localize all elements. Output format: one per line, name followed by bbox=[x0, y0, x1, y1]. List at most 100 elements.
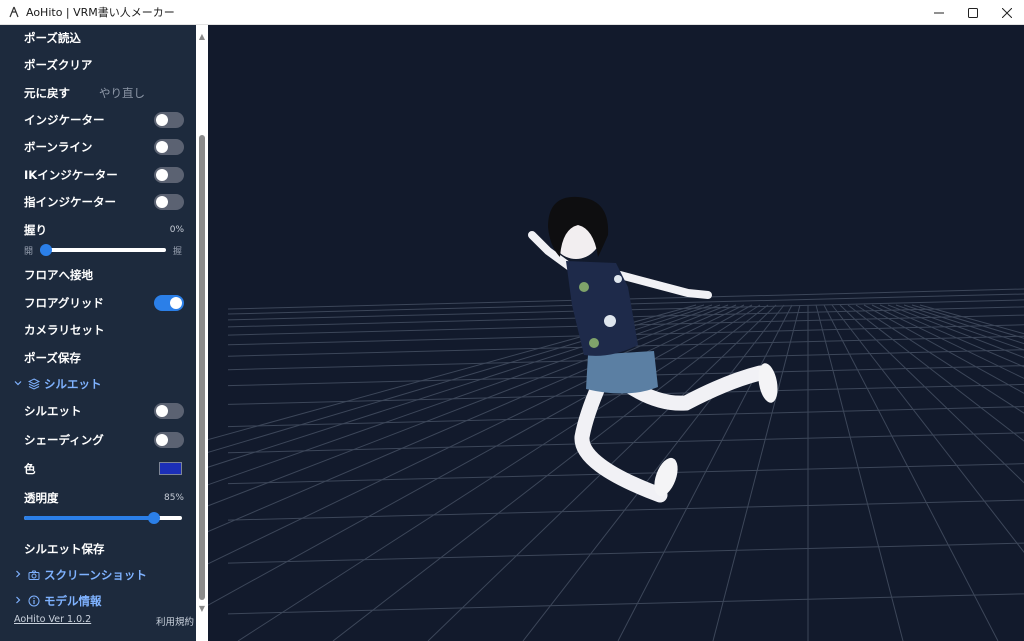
grip-max-label: 握 bbox=[173, 247, 183, 257]
scroll-up-icon[interactable]: ▲ bbox=[196, 31, 208, 43]
opacity-label: 透明度 bbox=[24, 491, 59, 505]
sidebar-scrollbar[interactable]: ▲ ▼ bbox=[196, 25, 208, 641]
minimize-icon bbox=[934, 12, 944, 13]
sidebar: ポーズ読込 ポーズクリア 元に戻す やり直し インジケーター ボーンライン IK… bbox=[0, 25, 208, 641]
opacity-slider-thumb[interactable] bbox=[148, 512, 161, 524]
color-row: 色 bbox=[24, 459, 184, 479]
grip-slider-thumb[interactable] bbox=[40, 244, 52, 256]
grid-line bbox=[227, 499, 1024, 521]
finger-indicator-label: 指インジケーター bbox=[24, 195, 116, 209]
floor-grid-row: フロアグリッド bbox=[24, 293, 184, 313]
grip-slider[interactable] bbox=[40, 243, 166, 257]
grid-line bbox=[227, 406, 1024, 428]
bone-line-row: ボーンライン bbox=[24, 137, 184, 157]
ik-indicator-toggle[interactable] bbox=[154, 167, 184, 183]
grid-line bbox=[903, 304, 1024, 345]
grid-line bbox=[823, 304, 999, 641]
undo-redo-row: 元に戻す やり直し bbox=[24, 83, 184, 103]
grid-line bbox=[863, 304, 1024, 394]
silhouette-label: シルエット bbox=[24, 404, 82, 418]
grip-value: 0% bbox=[169, 225, 184, 235]
grid-line bbox=[227, 542, 1024, 564]
chevron-down-icon bbox=[14, 379, 24, 390]
pose-save-label: ポーズ保存 bbox=[24, 351, 81, 365]
camera-icon bbox=[28, 569, 41, 582]
floor-snap-label: フロアへ接地 bbox=[24, 268, 93, 282]
grid-line bbox=[871, 304, 1024, 379]
maximize-icon bbox=[968, 7, 978, 18]
minimize-button[interactable] bbox=[922, 0, 956, 25]
silhouette-toggle[interactable] bbox=[154, 403, 184, 419]
model-info-section-header[interactable]: モデル情報 bbox=[14, 591, 102, 611]
color-swatch[interactable] bbox=[159, 462, 182, 475]
screenshot-section-header[interactable]: スクリーンショット bbox=[14, 565, 147, 585]
silhouette-row: シルエット bbox=[24, 401, 184, 421]
finger-indicator-row: 指インジケーター bbox=[24, 192, 184, 212]
silhouette-section-title: シルエット bbox=[44, 377, 102, 391]
3d-viewport[interactable] bbox=[208, 25, 1024, 641]
grid-line bbox=[879, 304, 1024, 368]
shading-toggle[interactable] bbox=[154, 432, 184, 448]
pose-load-button[interactable]: ポーズ読込 bbox=[24, 28, 184, 48]
finger-indicator-toggle[interactable] bbox=[154, 194, 184, 210]
maximize-button[interactable] bbox=[956, 0, 990, 25]
pose-clear-label: ポーズクリア bbox=[24, 58, 93, 72]
terms-link[interactable]: 利用規約 bbox=[156, 614, 194, 628]
silhouette-section-header[interactable]: シルエット bbox=[14, 374, 102, 394]
pose-save-button[interactable]: ポーズ保存 bbox=[24, 348, 184, 368]
grip-min-label: 開 bbox=[24, 247, 34, 257]
version-link[interactable]: AoHito Ver 1.0.2 bbox=[14, 614, 91, 625]
scrollbar-thumb[interactable] bbox=[199, 135, 205, 600]
indicator-label: インジケーター bbox=[24, 113, 105, 127]
title-bar: AoHito | VRM書い人メーカー bbox=[0, 0, 1024, 25]
undo-button[interactable]: 元に戻す bbox=[24, 85, 70, 101]
shading-row: シェーディング bbox=[24, 430, 184, 450]
camera-reset-button[interactable]: カメラリセット bbox=[24, 320, 184, 340]
grid-line bbox=[815, 304, 904, 641]
footer: AoHito Ver 1.0.2 利用規約 bbox=[14, 614, 194, 628]
ik-indicator-label: IKインジケーター bbox=[24, 168, 118, 182]
close-button[interactable] bbox=[990, 0, 1024, 25]
scene-canvas[interactable] bbox=[208, 25, 1024, 641]
grid-line bbox=[911, 304, 1024, 339]
model-info-section-title: モデル情報 bbox=[44, 594, 102, 608]
indicator-toggle[interactable] bbox=[154, 112, 184, 128]
scroll-down-icon[interactable]: ▼ bbox=[196, 603, 208, 615]
ik-indicator-row: IKインジケーター bbox=[24, 165, 184, 185]
shading-label: シェーディング bbox=[24, 433, 104, 447]
grid-line bbox=[227, 593, 1024, 615]
redo-button[interactable]: やり直し bbox=[99, 85, 145, 101]
opacity-slider[interactable] bbox=[24, 511, 182, 525]
grid-line bbox=[237, 304, 761, 641]
close-icon bbox=[1002, 7, 1012, 18]
grip-label: 握り bbox=[24, 223, 47, 237]
opacity-row: 透明度 85% bbox=[24, 488, 184, 508]
silhouette-save-button[interactable]: シルエット保存 bbox=[24, 539, 184, 559]
floor-grid-label: フロアグリッド bbox=[24, 296, 104, 310]
pose-clear-button[interactable]: ポーズクリア bbox=[24, 55, 184, 75]
grid-line bbox=[831, 304, 1024, 553]
color-label: 色 bbox=[24, 462, 36, 476]
indicator-row: インジケーター bbox=[24, 110, 184, 130]
floor-grid-toggle[interactable] bbox=[154, 295, 184, 311]
floor-snap-button[interactable]: フロアへ接地 bbox=[24, 265, 184, 285]
camera-reset-label: カメラリセット bbox=[24, 323, 105, 337]
control-panel: ポーズ読込 ポーズクリア 元に戻す やり直し インジケーター ボーンライン IK… bbox=[0, 25, 196, 641]
info-icon bbox=[28, 595, 41, 608]
silhouette-save-label: シルエット保存 bbox=[24, 542, 105, 556]
grid-line bbox=[332, 304, 769, 641]
grid-line bbox=[855, 304, 1024, 414]
layers-icon bbox=[28, 378, 41, 391]
opacity-value: 85% bbox=[163, 493, 184, 503]
window-title: AoHito | VRM書い人メーカー bbox=[26, 6, 175, 19]
bone-line-toggle[interactable] bbox=[154, 139, 184, 155]
window-controls bbox=[922, 0, 1024, 25]
chevron-right-icon bbox=[14, 570, 24, 581]
grip-row: 握り 0% bbox=[24, 220, 184, 240]
grid-line bbox=[895, 304, 1024, 351]
chevron-right-icon bbox=[14, 596, 24, 607]
app-logo-icon bbox=[6, 4, 22, 20]
bone-line-label: ボーンライン bbox=[24, 140, 93, 154]
screenshot-section-title: スクリーンショット bbox=[44, 568, 147, 582]
pose-load-label: ポーズ読込 bbox=[24, 31, 81, 45]
